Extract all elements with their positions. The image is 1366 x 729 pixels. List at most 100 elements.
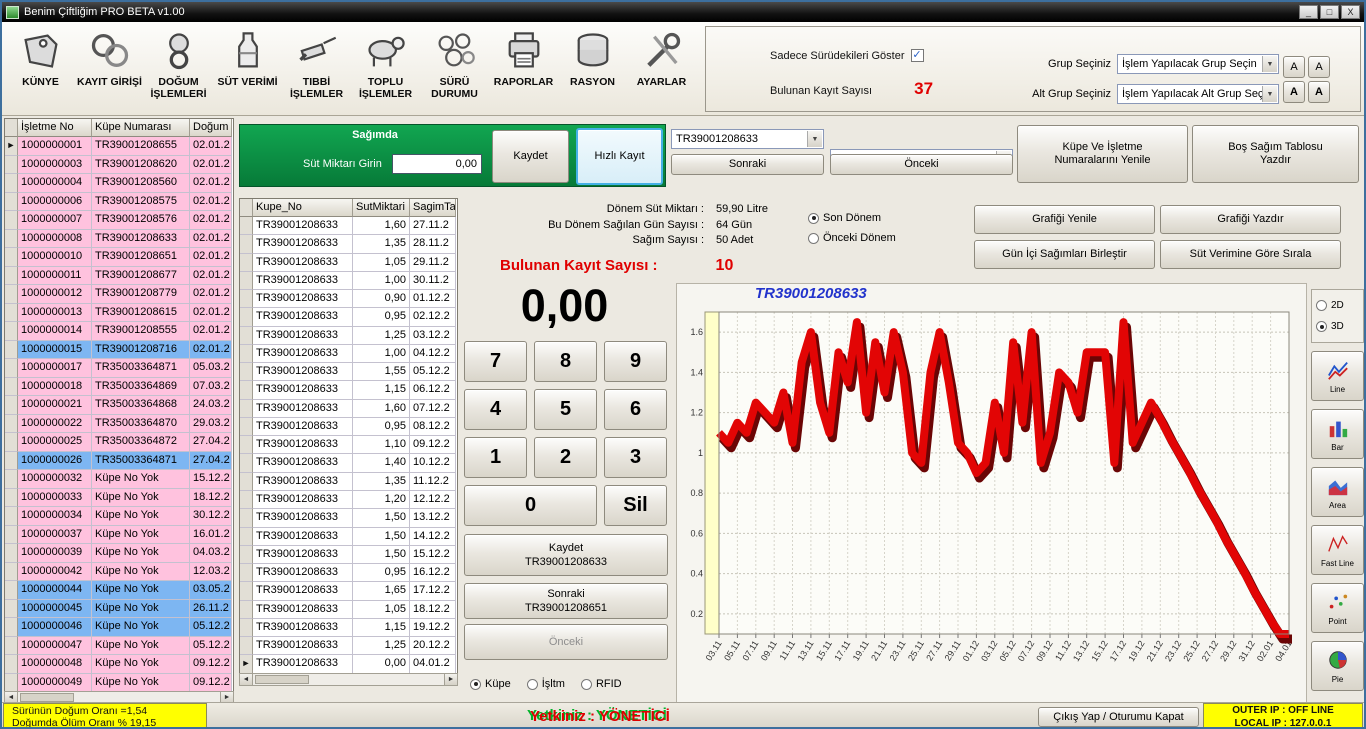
row-selector[interactable] [240, 637, 253, 655]
chart-type-pie-button[interactable]: Pie [1311, 641, 1364, 691]
row-selector[interactable] [240, 473, 253, 491]
row-selector[interactable] [5, 507, 18, 526]
row-selector[interactable] [240, 308, 253, 326]
prev-animal-button[interactable]: Önceki [830, 154, 1013, 175]
row-selector[interactable] [240, 619, 253, 637]
eartag-select[interactable]: TR39001208633 ▼ [671, 129, 824, 149]
numpad-key-9[interactable]: 9 [604, 341, 667, 382]
scroll-thumb[interactable] [20, 693, 74, 702]
toolbar-button-kayit-girisi[interactable]: KAYIT GİRİŞİ [75, 24, 144, 100]
row-selector[interactable] [5, 341, 18, 360]
row-selector[interactable] [5, 193, 18, 212]
font-size-button-3[interactable]: A [1283, 81, 1305, 103]
row-selector[interactable] [5, 230, 18, 249]
row-selector[interactable]: ► [5, 137, 18, 156]
row-selector[interactable] [240, 327, 253, 345]
row-selector[interactable] [240, 436, 253, 454]
chart-type-fast-line-button[interactable]: Fast Line [1311, 525, 1364, 575]
period-option-onceki-donem[interactable]: Önceki Dönem [808, 228, 896, 248]
numpad-key-7[interactable]: 7 [464, 341, 527, 382]
next-animal-button[interactable]: Sonraki [671, 154, 824, 175]
id-mode-rfid[interactable]: RFID [581, 678, 622, 690]
font-size-button-4[interactable]: A [1308, 81, 1330, 103]
row-selector[interactable] [5, 452, 18, 471]
show-only-herd-checkbox[interactable]: ✓ [911, 49, 924, 62]
row-selector[interactable] [5, 267, 18, 286]
chart-type-bar-button[interactable]: Bar [1311, 409, 1364, 459]
row-selector[interactable] [5, 637, 18, 656]
row-selector[interactable] [5, 359, 18, 378]
row-selector[interactable] [240, 509, 253, 527]
subgroup-select[interactable]: İşlem Yapılacak Alt Grup Seçin ▼ [1117, 84, 1279, 104]
chart-dim-2d[interactable]: 2D [1316, 295, 1359, 316]
milk-table-scrollbar[interactable]: ◄► [239, 673, 458, 686]
refresh-chart-button[interactable]: Grafiği Yenile [974, 205, 1155, 234]
row-selector[interactable] [240, 528, 253, 546]
row-selector[interactable] [240, 235, 253, 253]
maximize-button[interactable]: □ [1320, 5, 1339, 19]
chart-type-line-button[interactable]: Line [1311, 351, 1364, 401]
milk-amount-input[interactable]: 0,00 [392, 154, 482, 174]
numpad-key-2[interactable]: 2 [534, 437, 597, 478]
numpad-next-button[interactable]: Sonraki TR39001208651 [464, 583, 668, 619]
id-mode-kupe[interactable]: Küpe [470, 678, 511, 690]
save-milking-button[interactable]: Kaydet [492, 130, 569, 183]
group-select[interactable]: İşlem Yapılacak Grup Seçin ▼ [1117, 54, 1279, 74]
row-selector[interactable] [240, 254, 253, 272]
id-mode-isltm[interactable]: İşltm [527, 678, 565, 690]
quick-save-button[interactable]: Hızlı Kayıt [576, 128, 663, 185]
row-selector[interactable] [240, 400, 253, 418]
print-empty-table-button[interactable]: Boş Sağım Tablosu Yazdır [1192, 125, 1359, 183]
numpad-save-button[interactable]: Kaydet TR39001208633 [464, 534, 668, 576]
row-selector[interactable] [5, 322, 18, 341]
toolbar-button-toplu-islemler[interactable]: TOPLU İŞLEMLER [351, 24, 420, 100]
numpad-key-6[interactable]: 6 [604, 389, 667, 430]
row-selector[interactable] [240, 381, 253, 399]
row-selector[interactable] [5, 156, 18, 175]
row-selector[interactable] [240, 454, 253, 472]
row-selector[interactable] [5, 581, 18, 600]
row-selector[interactable] [5, 674, 18, 693]
row-selector[interactable] [240, 601, 253, 619]
row-selector[interactable] [240, 217, 253, 235]
numpad-key-sil[interactable]: Sil [604, 485, 667, 526]
row-selector[interactable] [240, 582, 253, 600]
numpad-key-3[interactable]: 3 [604, 437, 667, 478]
row-selector[interactable] [5, 285, 18, 304]
row-selector[interactable] [5, 544, 18, 563]
toolbar-button-sut-verimi[interactable]: SÜT VERİMİ [213, 24, 282, 100]
toolbar-button-raporlar[interactable]: RAPORLAR [489, 24, 558, 100]
row-selector[interactable] [5, 174, 18, 193]
scroll-left-icon[interactable]: ◄ [240, 674, 253, 685]
numpad-key-4[interactable]: 4 [464, 389, 527, 430]
row-selector[interactable] [240, 272, 253, 290]
toolbar-button-kunye[interactable]: KÜNYE [6, 24, 75, 100]
row-selector[interactable] [240, 290, 253, 308]
merge-daily-milkings-button[interactable]: Gün İçi Sağımları Birleştir [974, 240, 1155, 269]
chart-type-point-button[interactable]: Point [1311, 583, 1364, 633]
close-button[interactable]: X [1341, 5, 1360, 19]
row-selector[interactable] [5, 211, 18, 230]
toolbar-button-tibbi-islemler[interactable]: TIBBİ İŞLEMLER [282, 24, 351, 100]
row-selector[interactable] [240, 564, 253, 582]
toolbar-button-ayarlar[interactable]: AYARLAR [627, 24, 696, 100]
row-selector[interactable] [240, 363, 253, 381]
numpad-key-0[interactable]: 0 [464, 485, 597, 526]
numpad-key-8[interactable]: 8 [534, 341, 597, 382]
row-selector[interactable]: ► [240, 655, 253, 673]
row-selector[interactable] [5, 600, 18, 619]
row-selector[interactable] [5, 618, 18, 637]
chart-dim-3d[interactable]: 3D [1316, 316, 1359, 337]
row-selector[interactable] [5, 526, 18, 545]
sort-by-yield-button[interactable]: Süt Verimine Göre Sırala [1160, 240, 1341, 269]
chart-type-area-button[interactable]: Area [1311, 467, 1364, 517]
row-selector[interactable] [5, 433, 18, 452]
scroll-thumb[interactable] [255, 675, 309, 684]
numpad-key-1[interactable]: 1 [464, 437, 527, 478]
logout-button[interactable]: Çıkış Yap / Oturumu Kapat [1038, 707, 1199, 727]
row-selector[interactable] [240, 546, 253, 564]
row-selector[interactable] [5, 470, 18, 489]
numpad-prev-button[interactable]: Önceki [464, 624, 668, 660]
row-selector[interactable] [5, 304, 18, 323]
period-option-son-donem[interactable]: Son Dönem [808, 208, 896, 228]
